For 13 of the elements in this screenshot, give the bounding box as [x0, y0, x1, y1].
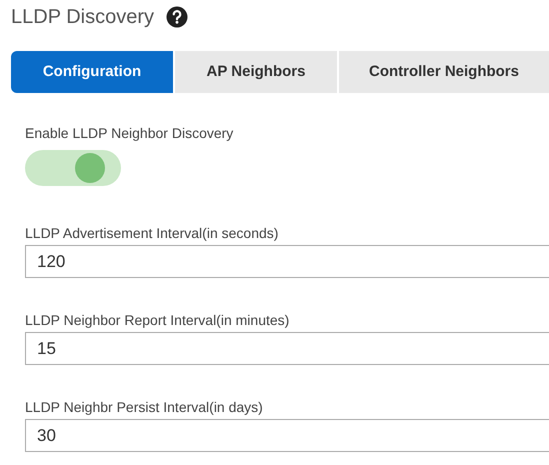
- input-field[interactable]: 120: [25, 245, 549, 278]
- tab[interactable]: Controller Neighbors: [339, 51, 549, 93]
- toggle-label: Enable LLDP Neighbor Discovery: [25, 124, 234, 141]
- help-icon[interactable]: [166, 6, 188, 28]
- tab[interactable]: AP Neighbors: [175, 51, 337, 93]
- field-label: LLDP Advertisement Interval(in seconds): [25, 224, 280, 241]
- page-title: LLDP Discovery: [11, 5, 154, 30]
- tab[interactable]: Configuration: [11, 51, 173, 93]
- field-label: LLDP Neighbr Persist Interval(in days): [25, 398, 264, 415]
- toggle-switch[interactable]: [25, 150, 121, 186]
- field-label: LLDP Neighbor Report Interval(in minutes): [25, 311, 290, 328]
- input-field[interactable]: 30: [25, 419, 549, 452]
- input-field[interactable]: 15: [25, 332, 549, 365]
